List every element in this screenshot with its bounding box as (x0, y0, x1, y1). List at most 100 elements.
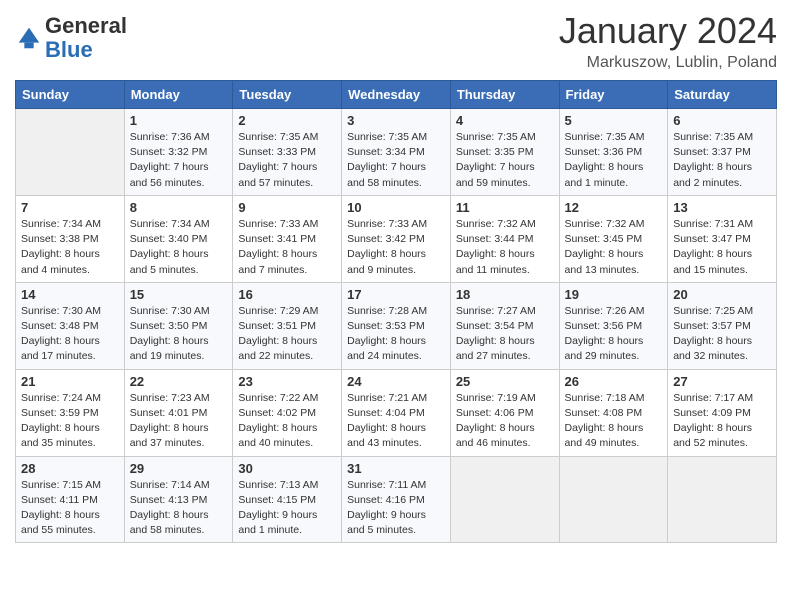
calendar-day-cell: 17Sunrise: 7:28 AMSunset: 3:53 PMDayligh… (342, 282, 451, 369)
day-number: 11 (456, 200, 554, 215)
day-number: 4 (456, 113, 554, 128)
day-number: 18 (456, 287, 554, 302)
day-detail: Sunrise: 7:14 AMSunset: 4:13 PMDaylight:… (130, 478, 228, 539)
day-number: 26 (565, 374, 663, 389)
weekday-header-tuesday: Tuesday (233, 81, 342, 109)
calendar-day-cell: 28Sunrise: 7:15 AMSunset: 4:11 PMDayligh… (16, 456, 125, 543)
day-detail: Sunrise: 7:11 AMSunset: 4:16 PMDaylight:… (347, 478, 445, 539)
day-number: 12 (565, 200, 663, 215)
weekday-header-monday: Monday (124, 81, 233, 109)
day-detail: Sunrise: 7:18 AMSunset: 4:08 PMDaylight:… (565, 391, 663, 452)
day-number: 20 (673, 287, 771, 302)
calendar-week-row: 1 Sunrise: 7:36 AMSunset: 3:32 PMDaylight… (16, 109, 777, 196)
title-area: January 2024 Markuszow, Lublin, Poland (559, 10, 777, 72)
calendar-day-cell: 5 Sunrise: 7:35 AMSunset: 3:36 PMDaylight… (559, 109, 668, 196)
day-number: 15 (130, 287, 228, 302)
day-detail: Sunrise: 7:32 AMSunset: 3:45 PMDaylight:… (565, 217, 663, 278)
day-number: 24 (347, 374, 445, 389)
calendar-day-cell: 15 Sunrise: 7:30 AMSunset: 3:50 PMDayligh… (124, 282, 233, 369)
logo-icon (15, 24, 43, 52)
calendar-day-cell: 6 Sunrise: 7:35 AMSunset: 3:37 PMDaylight… (668, 109, 777, 196)
day-number: 14 (21, 287, 119, 302)
logo: General Blue (15, 10, 127, 62)
day-detail: Sunrise: 7:30 AMSunset: 3:48 PMDaylight:… (21, 304, 119, 365)
day-number: 27 (673, 374, 771, 389)
day-number: 23 (238, 374, 336, 389)
weekday-header-saturday: Saturday (668, 81, 777, 109)
day-number: 2 (238, 113, 336, 128)
day-detail: Sunrise: 7:25 AMSunset: 3:57 PMDaylight:… (673, 304, 771, 365)
weekday-header-wednesday: Wednesday (342, 81, 451, 109)
day-number: 16 (238, 287, 336, 302)
day-detail: Sunrise: 7:35 AMSunset: 3:33 PMDaylight:… (238, 130, 336, 191)
day-detail: Sunrise: 7:26 AMSunset: 3:56 PMDaylight:… (565, 304, 663, 365)
day-number: 7 (21, 200, 119, 215)
calendar-week-row: 21 Sunrise: 7:24 AMSunset: 3:59 PMDayligh… (16, 369, 777, 456)
day-detail: Sunrise: 7:19 AMSunset: 4:06 PMDaylight:… (456, 391, 554, 452)
day-detail: Sunrise: 7:33 AMSunset: 3:41 PMDaylight:… (238, 217, 336, 278)
day-detail: Sunrise: 7:24 AMSunset: 3:59 PMDaylight:… (21, 391, 119, 452)
day-detail: Sunrise: 7:34 AMSunset: 3:40 PMDaylight:… (130, 217, 228, 278)
calendar-day-cell: 29 Sunrise: 7:14 AMSunset: 4:13 PMDayligh… (124, 456, 233, 543)
day-detail: Sunrise: 7:21 AMSunset: 4:04 PMDaylight:… (347, 391, 445, 452)
day-detail: Sunrise: 7:17 AMSunset: 4:09 PMDaylight:… (673, 391, 771, 452)
day-detail: Sunrise: 7:35 AMSunset: 3:36 PMDaylight:… (565, 130, 663, 191)
calendar-day-cell: 26 Sunrise: 7:18 AMSunset: 4:08 PMDayligh… (559, 369, 668, 456)
day-number: 19 (565, 287, 663, 302)
weekday-header-row: SundayMondayTuesdayWednesdayThursdayFrid… (16, 81, 777, 109)
calendar-week-row: 7 Sunrise: 7:34 AMSunset: 3:38 PMDaylight… (16, 195, 777, 282)
calendar-day-cell: 1 Sunrise: 7:36 AMSunset: 3:32 PMDaylight… (124, 109, 233, 196)
day-number: 1 (130, 113, 228, 128)
calendar-day-cell: 12 Sunrise: 7:32 AMSunset: 3:45 PMDayligh… (559, 195, 668, 282)
calendar-day-cell: 9Sunrise: 7:33 AMSunset: 3:41 PMDaylight… (233, 195, 342, 282)
day-detail: Sunrise: 7:35 AMSunset: 3:37 PMDaylight:… (673, 130, 771, 191)
day-number: 10 (347, 200, 445, 215)
calendar-day-cell: 27 Sunrise: 7:17 AMSunset: 4:09 PMDayligh… (668, 369, 777, 456)
day-detail: Sunrise: 7:35 AMSunset: 3:35 PMDaylight:… (456, 130, 554, 191)
calendar-day-cell: 13 Sunrise: 7:31 AMSunset: 3:47 PMDayligh… (668, 195, 777, 282)
calendar-week-row: 28Sunrise: 7:15 AMSunset: 4:11 PMDayligh… (16, 456, 777, 543)
day-number: 31 (347, 461, 445, 476)
calendar-day-cell (559, 456, 668, 543)
day-detail: Sunrise: 7:23 AMSunset: 4:01 PMDaylight:… (130, 391, 228, 452)
calendar-day-cell (668, 456, 777, 543)
calendar-day-cell: 8Sunrise: 7:34 AMSunset: 3:40 PMDaylight… (124, 195, 233, 282)
calendar-day-cell: 3 Sunrise: 7:35 AMSunset: 3:34 PMDaylight… (342, 109, 451, 196)
day-number: 3 (347, 113, 445, 128)
weekday-header-thursday: Thursday (450, 81, 559, 109)
day-detail: Sunrise: 7:32 AMSunset: 3:44 PMDaylight:… (456, 217, 554, 278)
calendar-day-cell: 14 Sunrise: 7:30 AMSunset: 3:48 PMDayligh… (16, 282, 125, 369)
day-detail: Sunrise: 7:15 AMSunset: 4:11 PMDaylight:… (21, 478, 119, 539)
day-number: 5 (565, 113, 663, 128)
day-number: 21 (21, 374, 119, 389)
calendar-day-cell: 11 Sunrise: 7:32 AMSunset: 3:44 PMDayligh… (450, 195, 559, 282)
calendar-day-cell: 24 Sunrise: 7:21 AMSunset: 4:04 PMDayligh… (342, 369, 451, 456)
logo-text: General Blue (45, 14, 127, 62)
calendar-day-cell: 7 Sunrise: 7:34 AMSunset: 3:38 PMDaylight… (16, 195, 125, 282)
weekday-header-friday: Friday (559, 81, 668, 109)
calendar-day-cell: 20 Sunrise: 7:25 AMSunset: 3:57 PMDayligh… (668, 282, 777, 369)
weekday-header-sunday: Sunday (16, 81, 125, 109)
day-number: 6 (673, 113, 771, 128)
calendar-day-cell: 21 Sunrise: 7:24 AMSunset: 3:59 PMDayligh… (16, 369, 125, 456)
calendar-table: SundayMondayTuesdayWednesdayThursdayFrid… (15, 80, 777, 543)
calendar-day-cell: 23 Sunrise: 7:22 AMSunset: 4:02 PMDayligh… (233, 369, 342, 456)
day-detail: Sunrise: 7:33 AMSunset: 3:42 PMDaylight:… (347, 217, 445, 278)
day-detail: Sunrise: 7:35 AMSunset: 3:34 PMDaylight:… (347, 130, 445, 191)
calendar-title: January 2024 (559, 10, 777, 52)
day-detail: Sunrise: 7:31 AMSunset: 3:47 PMDaylight:… (673, 217, 771, 278)
day-number: 29 (130, 461, 228, 476)
day-detail: Sunrise: 7:34 AMSunset: 3:38 PMDaylight:… (21, 217, 119, 278)
calendar-subtitle: Markuszow, Lublin, Poland (559, 54, 777, 72)
day-detail: Sunrise: 7:22 AMSunset: 4:02 PMDaylight:… (238, 391, 336, 452)
day-detail: Sunrise: 7:27 AMSunset: 3:54 PMDaylight:… (456, 304, 554, 365)
calendar-day-cell: 18 Sunrise: 7:27 AMSunset: 3:54 PMDayligh… (450, 282, 559, 369)
calendar-day-cell: 10 Sunrise: 7:33 AMSunset: 3:42 PMDayligh… (342, 195, 451, 282)
day-number: 13 (673, 200, 771, 215)
day-detail: Sunrise: 7:36 AMSunset: 3:32 PMDaylight:… (130, 130, 228, 191)
calendar-day-cell: 16Sunrise: 7:29 AMSunset: 3:51 PMDayligh… (233, 282, 342, 369)
day-detail: Sunrise: 7:30 AMSunset: 3:50 PMDaylight:… (130, 304, 228, 365)
day-number: 25 (456, 374, 554, 389)
calendar-week-row: 14 Sunrise: 7:30 AMSunset: 3:48 PMDayligh… (16, 282, 777, 369)
day-number: 22 (130, 374, 228, 389)
